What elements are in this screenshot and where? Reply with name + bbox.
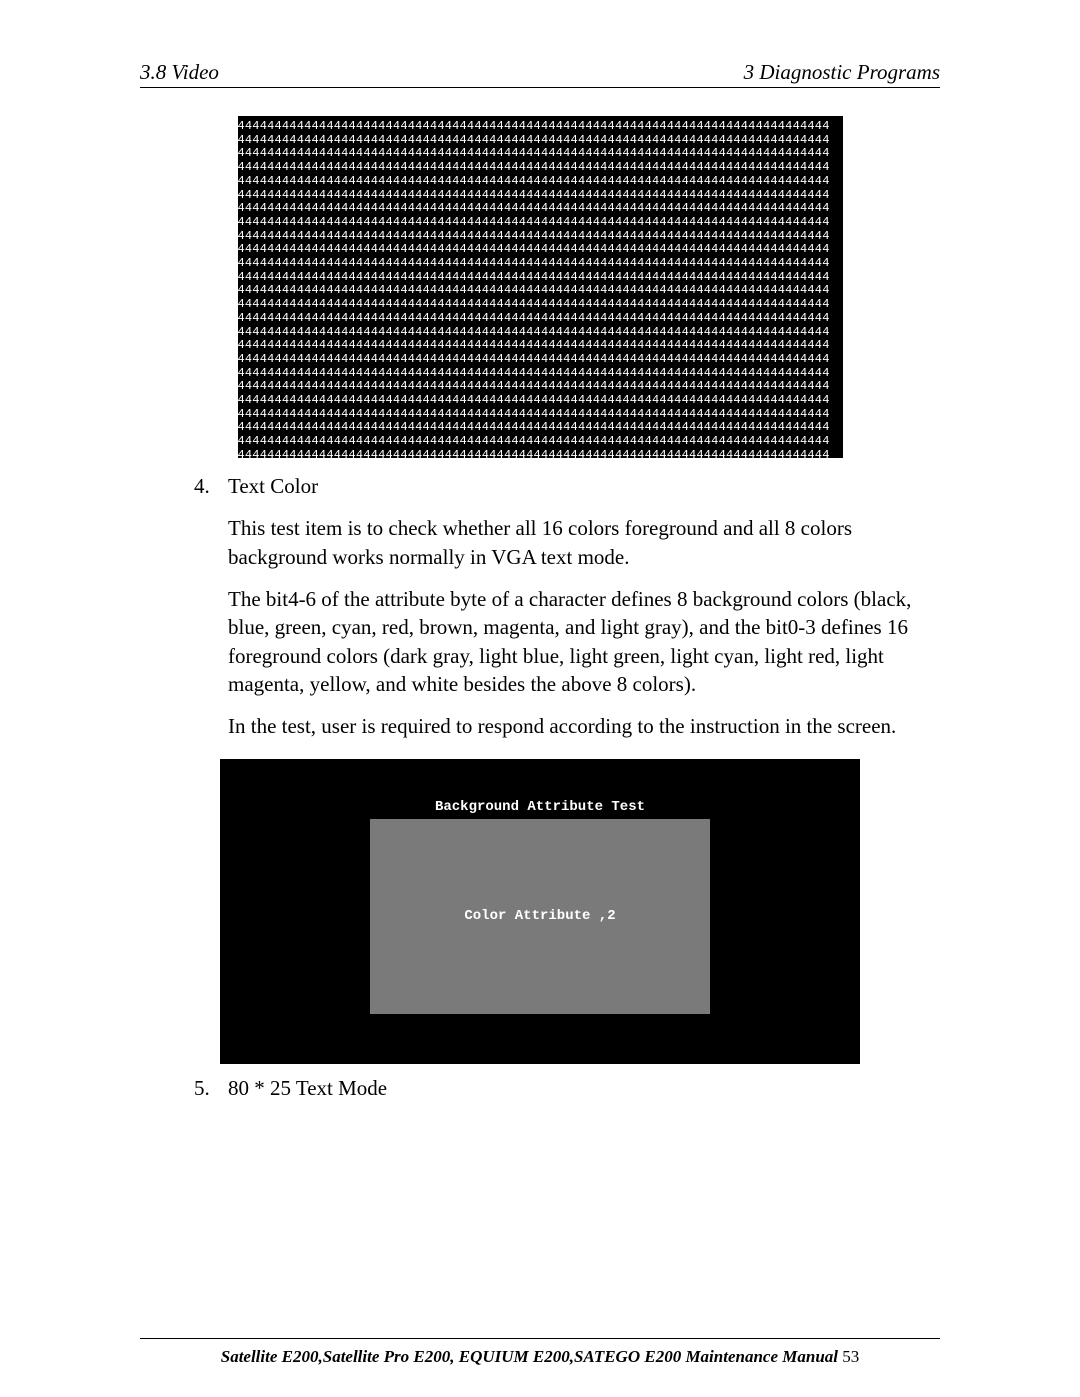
screenshot-title: Background Attribute Test — [220, 799, 860, 815]
header-rule — [140, 87, 940, 88]
header-left: 3.8 Video — [140, 60, 219, 85]
list-title: 80 * 25 Text Mode — [228, 1074, 940, 1102]
page-footer: Satellite E200,Satellite Pro E200, EQUIU… — [140, 1347, 940, 1367]
paragraph: The bit4-6 of the attribute byte of a ch… — [228, 585, 940, 698]
page-header: 3.8 Video 3 Diagnostic Programs — [140, 60, 940, 85]
footer-page-number: 53 — [838, 1347, 859, 1366]
header-right: 3 Diagnostic Programs — [744, 60, 940, 85]
screenshot-color-box: Color Attribute ,2 — [370, 819, 710, 1014]
footer-title: Satellite E200,Satellite Pro E200, EQUIU… — [221, 1347, 838, 1366]
screenshot-bg-attribute-test: Background Attribute Test Color Attribut… — [220, 759, 860, 1064]
list-number: 4. — [194, 472, 228, 500]
paragraph: This test item is to check whether all 1… — [228, 514, 940, 571]
list-item-4: 4. Text Color — [194, 472, 940, 500]
list-number: 5. — [194, 1074, 228, 1102]
list-title: Text Color — [228, 472, 940, 500]
screenshot-box-label: Color Attribute ,2 — [464, 908, 615, 924]
footer-rule — [140, 1338, 940, 1339]
list-item-5: 5. 80 * 25 Text Mode — [194, 1074, 940, 1102]
paragraph: In the test, user is required to respond… — [228, 712, 940, 740]
screenshot-text-fill: 4444444444444444444444444444444444444444… — [238, 116, 843, 458]
